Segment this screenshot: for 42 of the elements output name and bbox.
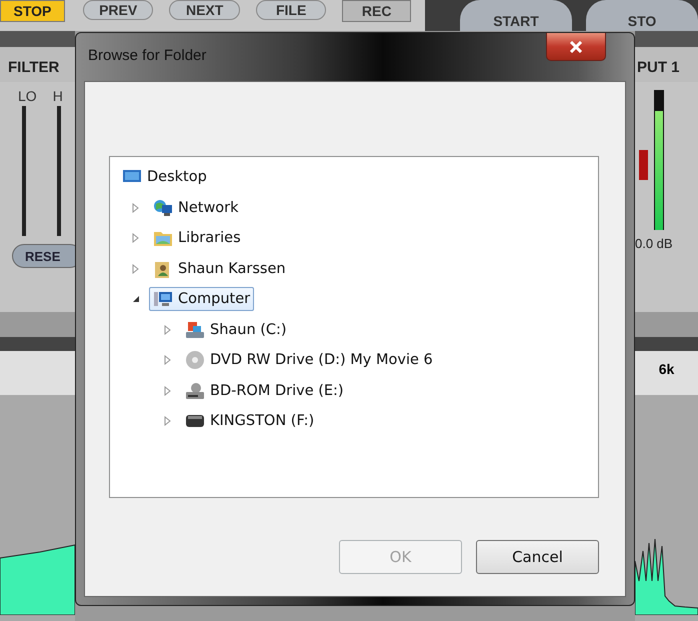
disc-icon	[185, 350, 205, 370]
tree-item[interactable]: KINGSTON (F:)	[181, 409, 318, 434]
slider-label: H	[52, 88, 63, 104]
expand-arrow-icon[interactable]	[131, 233, 141, 244]
divider-bar	[635, 31, 698, 47]
toolbar-button[interactable]: STOP	[0, 0, 65, 22]
expand-arrow-icon[interactable]	[131, 202, 141, 213]
close-icon	[569, 40, 583, 52]
expand-arrow-icon[interactable]	[163, 355, 173, 366]
tree-item[interactable]: Network	[149, 196, 243, 220]
globe-monitor-icon	[153, 198, 173, 218]
tree-item[interactable]: Shaun Karssen	[149, 256, 290, 281]
tree-item[interactable]: Shaun (C:)	[181, 318, 291, 342]
tree-item[interactable]: DVD RW Drive (D:) My Movie 6	[181, 348, 437, 372]
tree-item[interactable]: Computer	[149, 287, 254, 312]
expand-arrow-icon[interactable]	[163, 386, 173, 396]
slider-scale[interactable]	[22, 106, 26, 236]
toolbar-button[interactable]: NEXT	[169, 0, 240, 20]
close-button[interactable]	[546, 33, 606, 61]
drive-icon	[185, 320, 205, 340]
toolbar-button[interactable]: REC	[342, 0, 411, 22]
tree-item[interactable]: BD-ROM Drive (E:)	[181, 378, 348, 403]
toolbar-button[interactable]: PREV	[82, 0, 154, 20]
level-reading: 0.0 dB	[635, 235, 674, 251]
slider-scale[interactable]	[56, 106, 61, 236]
expand-arrow-icon[interactable]	[131, 264, 141, 274]
dialog-button[interactable]: Cancel	[476, 540, 599, 574]
panel-title: FILTER	[7, 58, 60, 78]
toolbar-button[interactable]: STO	[586, 0, 698, 31]
drive-icon	[185, 380, 205, 401]
expand-arrow-icon[interactable]	[163, 416, 173, 426]
expand-arrow-icon[interactable]	[163, 324, 173, 335]
slider-label: LO	[18, 88, 37, 104]
divider-bar	[635, 312, 698, 351]
toolbar-button[interactable]: START	[460, 0, 572, 31]
dialog-title: Browse for Folder	[87, 46, 206, 64]
toolbar-button[interactable]: FILE	[256, 0, 326, 20]
tree-item[interactable]: Desktop	[118, 165, 211, 190]
panel-title: PUT 1	[636, 58, 681, 78]
tree-item[interactable]: Libraries	[149, 226, 245, 250]
frequency-label: 6k	[658, 361, 674, 377]
collapse-arrow-icon[interactable]	[131, 294, 141, 304]
